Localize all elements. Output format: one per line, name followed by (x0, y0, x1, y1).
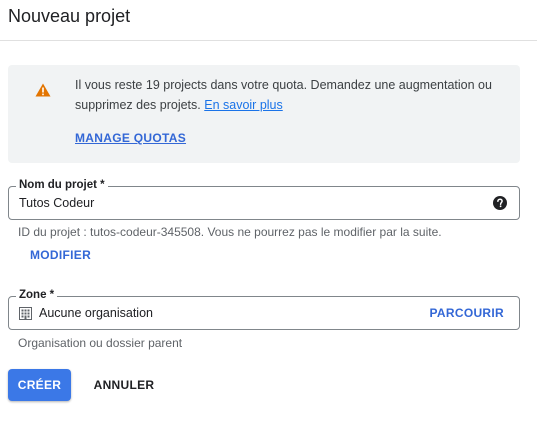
zone-hint: Organisation ou dossier parent (18, 336, 183, 350)
cancel-button[interactable]: ANNULER (85, 369, 163, 401)
learn-more-link[interactable]: En savoir plus (204, 98, 283, 112)
quota-message-text: Il vous reste 19 projects dans votre quo… (75, 78, 492, 112)
zone-value: Aucune organisation (39, 306, 153, 320)
header-divider (0, 40, 537, 41)
create-button[interactable]: CRÉER (8, 369, 71, 401)
browse-button[interactable]: PARCOURIR (430, 306, 504, 320)
project-name-input[interactable]: Tutos Codeur (19, 195, 94, 211)
project-name-label: Nom du projet * (16, 178, 108, 192)
zone-label: Zone * (16, 288, 58, 302)
building-icon (19, 307, 32, 320)
zone-field[interactable]: Zone * Aucune organisation PARCOURIR (8, 288, 520, 330)
project-name-field[interactable]: Nom du projet * Tutos Codeur (8, 178, 520, 220)
quota-notice: Il vous reste 19 projects dans votre quo… (8, 65, 520, 163)
modify-project-id-button[interactable]: MODIFIER (30, 248, 91, 262)
manage-quotas-link[interactable]: MANAGE QUOTAS (75, 131, 186, 145)
page-title: Nouveau projet (8, 6, 131, 26)
help-icon[interactable] (493, 196, 507, 210)
project-id-hint: ID du projet : tutos-codeur-345508. Vous… (18, 225, 442, 239)
quota-message: Il vous reste 19 projects dans votre quo… (75, 75, 515, 115)
warning-icon (35, 83, 51, 97)
